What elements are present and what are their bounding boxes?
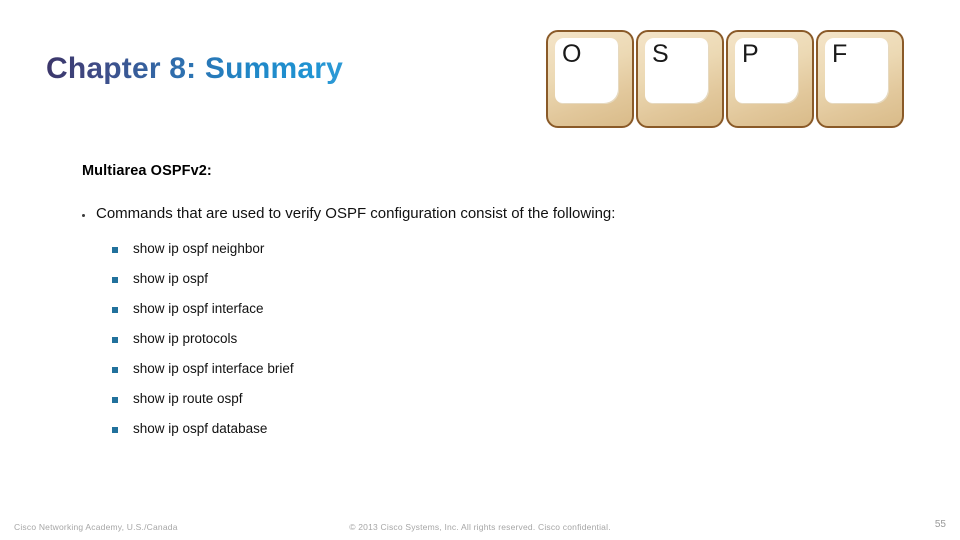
bullet-square-icon <box>112 276 118 283</box>
command-label: show ip ospf neighbor <box>133 240 265 256</box>
list-item: show ip ospf interface <box>112 300 882 330</box>
command-label: show ip ospf <box>133 270 209 286</box>
keyboard-key-o: O <box>546 30 634 128</box>
slide-body: Multiarea OSPFv2: Commands that are used… <box>82 163 882 450</box>
bullet-dot-icon <box>82 214 85 217</box>
command-label: show ip ospf interface brief <box>133 360 294 376</box>
key-letter: S <box>652 40 669 68</box>
lead-bullet-label: Commands that are used to verify OSPF co… <box>96 205 616 222</box>
command-label: show ip protocols <box>133 330 238 346</box>
bullet-square-icon <box>112 336 118 343</box>
bullet-square-icon <box>112 246 118 253</box>
command-label: show ip route ospf <box>133 390 243 406</box>
page-title: Chapter 8: Summary <box>46 52 344 85</box>
bullet-square-icon <box>112 306 118 313</box>
footer-copyright: © 2013 Cisco Systems, Inc. All rights re… <box>349 522 611 532</box>
slide: Chapter 8: Summary O S P F Multiarea OSP… <box>0 0 960 540</box>
bullet-square-icon <box>112 396 118 403</box>
keyboard-key-p: P <box>726 30 814 128</box>
command-list: show ip ospf neighbor show ip ospf show … <box>82 240 882 450</box>
list-item: show ip ospf interface brief <box>112 360 882 390</box>
section-heading: Multiarea OSPFv2: <box>82 163 212 179</box>
list-item: show ip ospf <box>112 270 882 300</box>
ospf-keyboard-keys-graphic: O S P F <box>546 30 904 128</box>
page-number: 55 <box>934 519 946 530</box>
lead-bullet: Commands that are used to verify OSPF co… <box>82 205 882 224</box>
key-letter: O <box>562 40 582 68</box>
command-label: show ip ospf interface <box>133 300 264 316</box>
command-label: show ip ospf database <box>133 420 268 436</box>
list-item: show ip ospf database <box>112 420 882 450</box>
key-letter: P <box>742 40 759 68</box>
list-item: show ip protocols <box>112 330 882 360</box>
list-item: show ip route ospf <box>112 390 882 420</box>
bullet-square-icon <box>112 366 118 373</box>
list-item: show ip ospf neighbor <box>112 240 882 270</box>
key-letter: F <box>832 40 848 68</box>
keyboard-key-s: S <box>636 30 724 128</box>
keyboard-key-f: F <box>816 30 904 128</box>
bullet-square-icon <box>112 426 118 433</box>
